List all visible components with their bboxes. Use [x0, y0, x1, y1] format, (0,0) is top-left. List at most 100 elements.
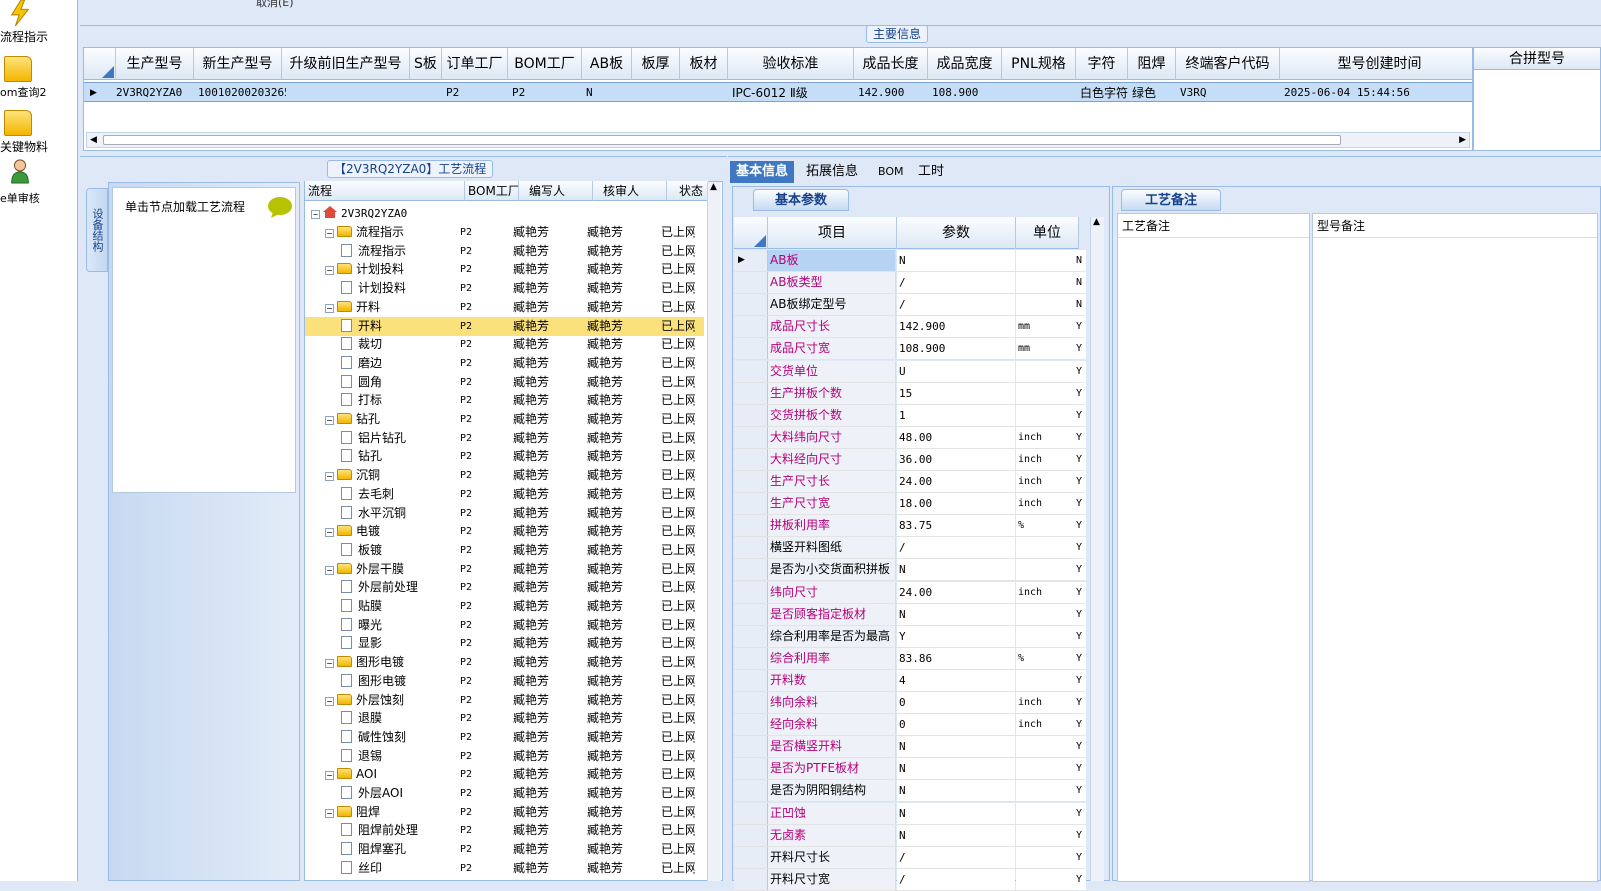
col-main-16[interactable]: 型号创建时间 — [1280, 48, 1480, 80]
tab-basic-info[interactable]: 基本信息 — [730, 161, 795, 183]
col-main-9[interactable]: 验收标准 — [728, 48, 854, 80]
row-header[interactable] — [734, 736, 768, 758]
tab-work-hours[interactable]: 工时 — [912, 161, 950, 183]
param-row[interactable]: 是否为PTFE板材 N Y — [734, 758, 1086, 781]
param-row[interactable]: 开料尺寸宽 / Y — [734, 868, 1086, 891]
param-row[interactable]: 交货拼板个数 1 Y — [734, 404, 1086, 427]
tree-row[interactable]: − 流程指示 P2 臧艳芳 臧艳芳 已上网 — [305, 223, 704, 242]
tree-row[interactable]: 碱性蚀刻 P2 臧艳芳 臧艳芳 已上网 — [305, 728, 704, 747]
horizontal-scrollbar[interactable]: ◀ ▶ — [86, 132, 1470, 148]
param-value[interactable]: N — [897, 802, 1015, 824]
tree-row[interactable]: 丝印 P2 臧艳芳 臧艳芳 已上网 — [305, 859, 704, 878]
cell-main-14[interactable]: 绿色 — [1132, 83, 1180, 103]
col-main-15[interactable]: 终端客户代码 — [1176, 48, 1280, 80]
row-header[interactable] — [734, 846, 768, 868]
param-row[interactable]: 生产尺寸宽 18.00 inch Y — [734, 493, 1086, 516]
collapse-icon[interactable]: − — [325, 266, 334, 276]
row-header[interactable] — [734, 360, 768, 382]
param-value[interactable]: 108.900 — [897, 338, 1015, 360]
tree-row[interactable]: − AOI P2 臧艳芳 臧艳芳 已上网 — [305, 765, 704, 784]
param-value[interactable]: 4 — [897, 669, 1015, 691]
param-row[interactable]: 是否为阴阳铜结构 N Y — [734, 780, 1086, 803]
param-value[interactable]: / — [897, 846, 1015, 868]
col-param[interactable]: 参数 — [897, 217, 1016, 249]
tree-row[interactable]: 去毛刺 P2 臧艳芳 臧艳芳 已上网 — [305, 485, 704, 504]
col-main-4[interactable]: 订单工厂 — [442, 48, 508, 80]
tree-row[interactable]: 阻焊前处理 P2 臧艳芳 臧艳芳 已上网 — [305, 821, 704, 840]
tree-row[interactable]: 打标 P2 臧艳芳 臧艳芳 已上网 — [305, 391, 704, 410]
param-value[interactable]: 48.00 — [897, 426, 1015, 448]
tree-row[interactable]: 钻孔 P2 臧艳芳 臧艳芳 已上网 — [305, 447, 704, 466]
param-row[interactable]: 成品尺寸长 142.900 mm Y — [734, 316, 1086, 339]
tree-row[interactable]: 流程指示 P2 臧艳芳 臧艳芳 已上网 — [305, 242, 704, 261]
param-value[interactable]: N — [897, 736, 1015, 758]
scroll-right-icon[interactable]: ▶ — [1459, 133, 1466, 147]
param-row[interactable]: 生产尺寸长 24.00 inch Y — [734, 471, 1086, 493]
param-value[interactable]: 18.00 — [897, 493, 1015, 515]
row-header[interactable] — [734, 338, 768, 360]
col-unit[interactable]: 单位 — [1016, 217, 1079, 249]
param-value[interactable]: Y — [897, 625, 1015, 647]
param-row[interactable]: 开料尺寸长 / Y — [734, 846, 1086, 869]
tree-row[interactable]: − 计划投料 P2 臧艳芳 臧艳芳 已上网 — [305, 260, 704, 279]
param-value[interactable]: N — [897, 603, 1015, 625]
tree-row[interactable]: − 沉铜 P2 臧艳芳 臧艳芳 已上网 — [305, 466, 704, 485]
row-header[interactable] — [734, 647, 768, 669]
tree-row[interactable]: 开料 P2 臧艳芳 臧艳芳 已上网 — [305, 316, 704, 336]
col-item[interactable]: 项目 — [768, 217, 897, 249]
tree-row[interactable]: − 电镀 P2 臧艳芳 臧艳芳 已上网 — [305, 522, 704, 541]
cell-main-4[interactable]: P2 — [446, 83, 512, 103]
tree-row[interactable]: 外层AOI P2 臧艳芳 臧艳芳 已上网 — [305, 784, 704, 803]
collapse-icon[interactable]: − — [325, 416, 334, 425]
param-value[interactable]: N — [897, 824, 1015, 846]
row-header[interactable] — [734, 316, 768, 338]
param-value[interactable]: U — [897, 360, 1015, 382]
param-row[interactable]: 是否横竖开料 N Y — [734, 736, 1086, 759]
param-row[interactable]: 纬向尺寸 24.00 inch Y — [734, 581, 1086, 604]
tab-extended-info[interactable]: 拓展信息 — [800, 161, 864, 183]
param-row[interactable]: 无卤素 N Y — [734, 824, 1086, 847]
scroll-up-icon[interactable]: ▲ — [1093, 217, 1100, 227]
equipment-structure-tab[interactable]: 设备结构 — [86, 188, 108, 272]
row-header[interactable] — [734, 272, 768, 294]
tree-vertical-scrollbar[interactable]: ▲ — [707, 182, 721, 881]
cell-main-12[interactable] — [1006, 83, 1080, 103]
col-main-1[interactable]: 新生产型号 — [194, 48, 282, 80]
row-header[interactable] — [734, 692, 768, 713]
col-main-2[interactable]: 升级前旧生产型号 — [282, 48, 410, 80]
tree-row[interactable]: 贴膜 P2 臧艳芳 臧艳芳 已上网 — [305, 597, 704, 616]
col-bom-factory[interactable]: BOM工厂 — [465, 181, 519, 201]
cell-main-13[interactable]: 白色字符 — [1080, 83, 1132, 103]
tree-row[interactable]: 显影 P2 臧艳芳 臧艳芳 已上网 — [305, 634, 704, 653]
scroll-up-icon[interactable]: ▲ — [710, 182, 717, 192]
param-row[interactable]: 成品尺寸宽 108.900 mm Y — [734, 338, 1086, 361]
param-value[interactable]: 83.75 — [897, 515, 1015, 537]
param-value[interactable]: 1 — [897, 404, 1015, 426]
cell-main-11[interactable]: 108.900 — [932, 83, 1006, 103]
tree-row[interactable]: 铝片钻孔 P2 臧艳芳 臧艳芳 已上网 — [305, 429, 704, 448]
row-header[interactable] — [734, 780, 768, 802]
tree-row[interactable]: 板镀 P2 臧艳芳 臧艳芳 已上网 — [305, 541, 704, 560]
row-header[interactable] — [734, 426, 768, 448]
tab-bom[interactable]: BOM — [872, 161, 910, 183]
cell-main-15[interactable]: V3RQ — [1180, 83, 1284, 103]
col-writer[interactable]: 编写人 — [519, 181, 593, 201]
param-row[interactable]: 正凹蚀 N Y — [734, 802, 1086, 825]
param-row[interactable]: 经向余料 0 inch Y — [734, 714, 1086, 737]
row-header[interactable] — [734, 824, 768, 846]
tree-row[interactable]: 外层前处理 P2 臧艳芳 臧艳芳 已上网 — [305, 578, 704, 597]
row-header[interactable] — [734, 471, 768, 492]
param-value[interactable]: 142.900 — [897, 316, 1015, 338]
process-notes-tab[interactable]: 工艺备注 — [1121, 189, 1221, 211]
collapse-icon[interactable]: − — [325, 808, 334, 818]
col-flow[interactable]: 流程 — [305, 181, 465, 201]
tree-row[interactable]: 阻焊塞孔 P2 臧艳芳 臧艳芳 已上网 — [305, 840, 704, 859]
launcher-item-bom-query[interactable]: om查询2 — [0, 52, 76, 100]
row-header[interactable] — [734, 603, 768, 625]
basic-params-tab[interactable]: 基本参数 — [753, 189, 849, 211]
param-row[interactable]: 拼板利用率 83.75% Y — [734, 515, 1086, 538]
tree-row[interactable]: 图形电镀 P2 臧艳芳 臧艳芳 已上网 — [305, 672, 704, 691]
tree-row[interactable]: 磨边 P2 臧艳芳 臧艳芳 已上网 — [305, 354, 704, 373]
main-info-row[interactable]: ▶ 2V3RQ2YZA0 10010200203265 P2 P2 N IPC-6012 … — [84, 82, 1472, 102]
col-main-14[interactable]: 阻焊 — [1128, 48, 1176, 80]
